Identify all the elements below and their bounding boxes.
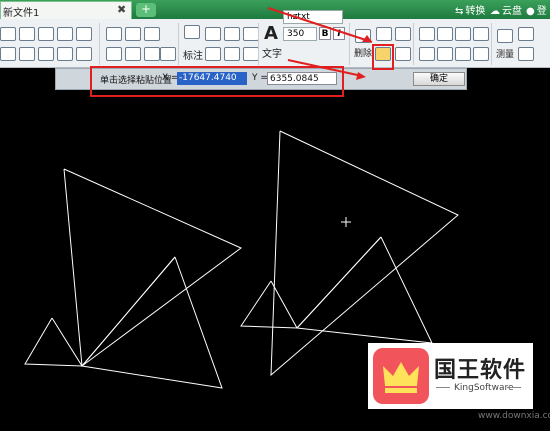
logo-line-left (436, 387, 450, 388)
logo-english-name: KingSoftware (454, 383, 514, 393)
arrow-head-2 (356, 72, 366, 80)
crosshair-cursor (341, 217, 351, 227)
shape-right-diagonal (296, 236, 382, 329)
shape-left-small (24, 317, 83, 367)
watermark-site: www.downxia.com (478, 411, 550, 421)
logo-chinese-name: 国王软件 (434, 358, 527, 383)
shape-right-inner (295, 236, 433, 344)
shape-left-inner (81, 256, 223, 389)
arrow-line-1 (267, 7, 373, 43)
watermark-logo: 国王软件 KingSoftware (368, 343, 533, 409)
shape-left-outer (63, 168, 242, 367)
arrow-line-2 (287, 59, 363, 77)
shape-left-diagonal (81, 256, 176, 367)
logo-line-right (507, 387, 521, 388)
shape-right-small (240, 280, 298, 329)
crown-logo-icon (373, 348, 429, 404)
